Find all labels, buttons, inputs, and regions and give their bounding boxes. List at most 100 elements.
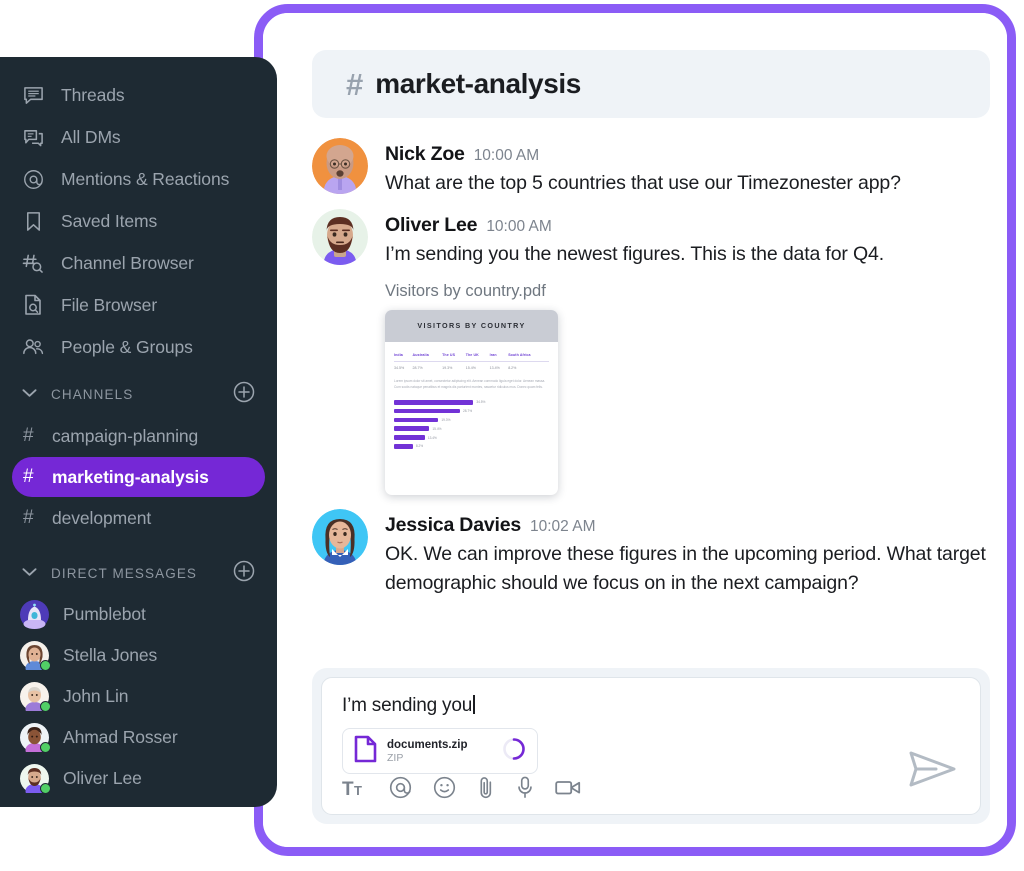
message-text: I’m sending you the newest figures. This… (385, 242, 884, 265)
message-timestamp: 10:02 AM (530, 517, 596, 535)
dm-label: Ahmad Rosser (63, 727, 178, 747)
bar-value-label: 8.2% (415, 444, 424, 449)
hash-icon: # (23, 466, 34, 487)
sidebar-item-people[interactable]: People & Groups (0, 326, 277, 368)
hash-icon: # (23, 425, 34, 446)
sidebar-dm-pumblebot[interactable]: Pumblebot (0, 594, 277, 635)
microphone-icon[interactable] (516, 775, 534, 800)
send-icon[interactable] (908, 749, 958, 794)
svg-text:T: T (354, 783, 362, 798)
sidebar-dm-john-lin[interactable]: John Lin (0, 676, 277, 717)
upload-progress-spinner (502, 737, 526, 766)
message-author: Jessica Davies (385, 513, 521, 536)
chat-window: # market-analysis Nick Zoe 10:00 AM What… (263, 13, 1007, 847)
sidebar-channel-development[interactable]: # development (12, 498, 265, 538)
channel-header[interactable]: # market-analysis (312, 50, 990, 118)
table-cell: 8.2% (508, 366, 517, 371)
sidebar-item-mentions[interactable]: Mentions & Reactions (0, 158, 277, 200)
table-cell: 34.5% (394, 366, 405, 371)
file-search-icon (22, 294, 44, 316)
message-item: Oliver Lee 10:00 AM I’m sending you the … (312, 208, 1002, 495)
pdf-preview-card[interactable]: VISITORS BY COUNTRY India Australia The … (385, 309, 558, 495)
channel-label: development (52, 507, 152, 528)
sidebar-dm-stella-jones[interactable]: Stella Jones (0, 635, 277, 676)
bar-value-label: 28.7% (463, 409, 473, 414)
message-item: Jessica Davies 10:02 AM OK. We can impro… (312, 508, 1002, 600)
message-composer[interactable]: I’m sending you documents.zip ZIP T T (321, 677, 981, 815)
bar-value-label: 19.3% (441, 417, 451, 422)
all-dms-icon (22, 126, 44, 148)
attachment-icon[interactable] (477, 775, 495, 800)
message-list: Nick Zoe 10:00 AM What are the top 5 cou… (312, 138, 1002, 609)
plus-circle-icon[interactable] (233, 381, 255, 408)
plus-circle-icon[interactable] (233, 560, 255, 587)
sidebar-channel-marketing-analysis[interactable]: # marketing-analysis (12, 457, 265, 497)
page-title: market-analysis (375, 68, 581, 99)
dm-label: Oliver Lee (63, 768, 142, 788)
bar-row: 13.4% (394, 435, 545, 440)
pdf-preview-banner: VISITORS BY COUNTRY (385, 309, 558, 342)
avatar (20, 723, 51, 757)
sidebar-item-all-dms[interactable]: All DMs (0, 116, 277, 158)
sidebar-item-file-browser[interactable]: File Browser (0, 284, 277, 326)
sidebar-item-label: Mentions & Reactions (61, 168, 230, 189)
message-body: Nick Zoe 10:00 AM What are the top 5 cou… (385, 138, 1002, 199)
sidebar-dm-oliver-lee[interactable]: Oliver Lee (0, 758, 277, 799)
pdf-preview-paragraph: Lorem ipsum dolor sit amet, consectetur … (394, 379, 546, 390)
dm-section-header[interactable]: DIRECT MESSAGES (0, 552, 277, 594)
pdf-preview-title: VISITORS BY COUNTRY (417, 321, 526, 331)
composer-draft[interactable]: I’m sending you (342, 695, 960, 717)
pdf-preview-body: India Australia The US The UK Iran South… (385, 342, 558, 449)
app-root: # market-analysis Nick Zoe 10:00 AM What… (0, 0, 1024, 871)
online-status-dot (40, 701, 51, 712)
composer-toolbar: T T (342, 775, 581, 800)
attachment-file-name[interactable]: Visitors by country.pdf (385, 282, 1002, 301)
sidebar-item-threads[interactable]: Threads (0, 74, 277, 116)
column-header: The UK (465, 352, 479, 357)
threads-icon (22, 84, 44, 106)
video-icon[interactable] (555, 778, 581, 797)
emoji-icon[interactable] (433, 776, 456, 799)
channel-label: marketing-analysis (52, 466, 209, 487)
avatar[interactable] (312, 208, 368, 265)
sidebar-item-label: Threads (61, 84, 125, 105)
avatar[interactable] (312, 508, 368, 565)
channels-section-header[interactable]: CHANNELS (0, 373, 277, 415)
dm-label: John Lin (63, 686, 129, 706)
avatar[interactable] (312, 138, 368, 194)
bar-value-label: 34.5% (476, 400, 486, 405)
message-meta: Oliver Lee 10:00 AM (385, 214, 1002, 237)
avatar (20, 682, 51, 716)
dm-label: Stella Jones (63, 645, 158, 665)
online-status-dot (40, 783, 51, 794)
column-header: The US (442, 352, 456, 357)
at-mention-icon (22, 168, 44, 190)
bar-row: 19.3% (394, 417, 545, 423)
sidebar-dm-ahmad-rosser[interactable]: Ahmad Rosser (0, 717, 277, 758)
chevron-down-icon[interactable] (22, 385, 37, 403)
zip-file-icon (354, 735, 377, 768)
composer-draft-text: I’m sending you (342, 695, 473, 716)
table-cell: 28.7% (412, 366, 423, 371)
chevron-down-icon[interactable] (22, 564, 37, 582)
sidebar-item-label: Channel Browser (61, 252, 194, 273)
message-body: Oliver Lee 10:00 AM I’m sending you the … (385, 209, 1002, 495)
online-status-dot (40, 742, 51, 753)
dm-label: Pumblebot (63, 604, 146, 624)
bar-row: 34.5% (394, 400, 545, 405)
pdf-preview-table: India Australia The US The UK Iran South… (394, 352, 549, 371)
avatar (20, 764, 51, 798)
sidebar-item-saved[interactable]: Saved Items (0, 200, 277, 242)
channel-label: campaign-planning (52, 425, 199, 446)
bar (394, 426, 430, 432)
bar-row: 28.7% (394, 408, 545, 414)
bar (394, 435, 425, 440)
sidebar-channel-campaign-planning[interactable]: # campaign-planning (12, 416, 265, 456)
sidebar-item-label: Saved Items (61, 210, 158, 231)
text-caret (473, 695, 475, 714)
hash-icon: # (23, 507, 34, 528)
sidebar-item-channel-browser[interactable]: Channel Browser (0, 242, 277, 284)
text-format-icon[interactable]: T T (342, 777, 368, 799)
mention-icon[interactable] (389, 776, 412, 799)
composer-file-chip[interactable]: documents.zip ZIP (342, 728, 538, 774)
